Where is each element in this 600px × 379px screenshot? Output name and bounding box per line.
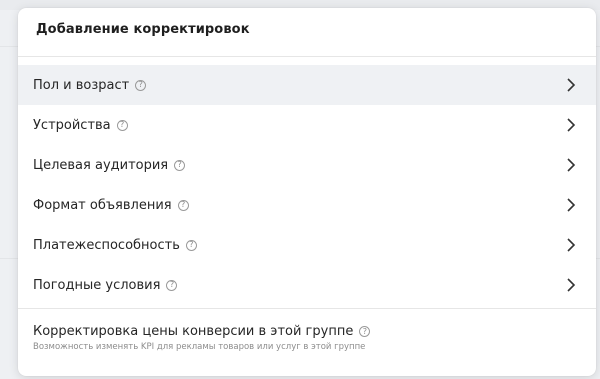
menu-item-label: Формат объявления xyxy=(33,197,172,213)
menu-item-solvency[interactable]: Платежеспособность ? xyxy=(18,225,596,265)
menu-item-label: Погодные условия xyxy=(33,277,161,293)
menu-item-label: Пол и возраст xyxy=(33,77,130,93)
question-circle-icon[interactable]: ? xyxy=(185,239,197,251)
menu-item-target-audience[interactable]: Целевая аудитория ? xyxy=(18,145,596,185)
add-adjustments-popup: Добавление корректировок Пол и возраст ?… xyxy=(18,8,596,376)
footer-title-row: Корректировка цены конверсии в этой груп… xyxy=(33,324,583,339)
header-divider xyxy=(18,56,596,57)
menu-item-ad-format[interactable]: Формат объявления ? xyxy=(18,185,596,225)
question-circle-icon[interactable]: ? xyxy=(177,199,189,211)
conversion-price-adjustment[interactable]: Корректировка цены конверсии в этой груп… xyxy=(33,324,583,352)
chevron-right-icon xyxy=(567,278,576,292)
chevron-right-icon xyxy=(567,238,576,252)
question-circle-icon[interactable]: ? xyxy=(135,79,147,91)
footer-subtitle: Возможность изменять KPI для рекламы тов… xyxy=(33,342,366,352)
footer-title: Корректировка цены конверсии в этой груп… xyxy=(33,324,354,339)
question-circle-icon[interactable]: ? xyxy=(166,279,178,291)
chevron-right-icon xyxy=(567,198,576,212)
chevron-right-icon xyxy=(567,118,576,132)
question-circle-icon[interactable]: ? xyxy=(116,119,128,131)
menu-item-label: Платежеспособность xyxy=(33,237,180,253)
chevron-right-icon xyxy=(567,158,576,172)
adjustments-menu: Пол и возраст ? Устройства ? Целевая ауд… xyxy=(18,65,596,305)
menu-item-label: Устройства xyxy=(33,117,111,133)
question-circle-icon[interactable]: ? xyxy=(174,159,186,171)
menu-item-gender-age[interactable]: Пол и возраст ? xyxy=(18,65,596,105)
menu-item-label: Целевая аудитория xyxy=(33,157,169,173)
menu-item-devices[interactable]: Устройства ? xyxy=(18,105,596,145)
chevron-right-icon xyxy=(567,78,576,92)
question-circle-icon[interactable]: ? xyxy=(359,326,371,337)
popup-title: Добавление корректировок xyxy=(36,22,250,37)
footer-divider xyxy=(18,308,596,309)
menu-item-weather[interactable]: Погодные условия ? xyxy=(18,265,596,305)
